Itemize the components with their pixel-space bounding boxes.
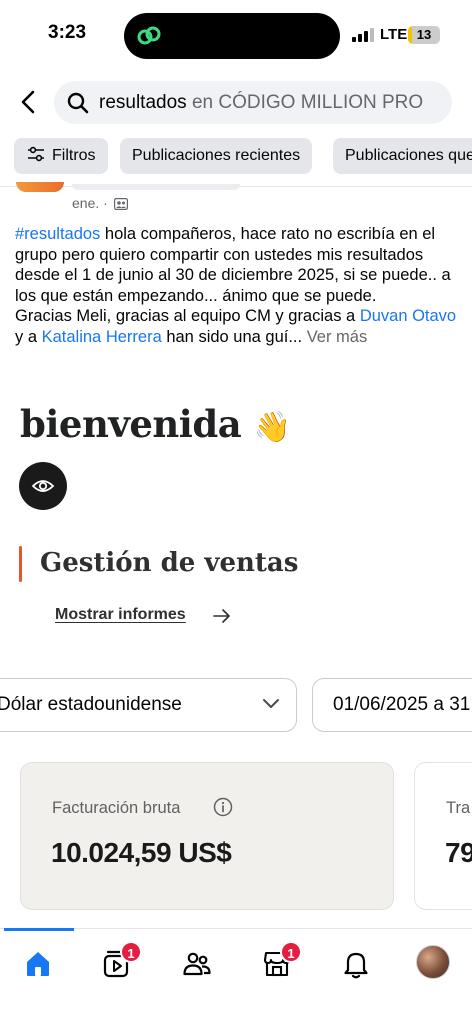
status-time: 3:23 bbox=[48, 22, 87, 43]
card-value: 10.024,59 US$ bbox=[51, 837, 232, 868]
search-input[interactable]: resultados en CÓDIGO MILLION PRO bbox=[54, 81, 452, 124]
welcome-text: bienvenida bbox=[20, 402, 242, 446]
group-audience-icon bbox=[113, 198, 128, 211]
hashtag-link[interactable]: #resultados bbox=[15, 225, 100, 243]
link-icon bbox=[137, 26, 161, 45]
notification-badge: 1 bbox=[120, 941, 142, 963]
card-label: Facturación bruta bbox=[52, 799, 181, 817]
wave-emoji: 👋 bbox=[253, 410, 291, 445]
date-range-select: 01/06/2025 a 31 bbox=[312, 678, 472, 732]
tab-video[interactable]: 1 bbox=[96, 941, 142, 985]
chip-label: Publicaciones que bbox=[345, 147, 472, 164]
post-text-part: han sido una guí... bbox=[161, 327, 307, 346]
welcome-heading: bienvenida 👋 bbox=[20, 402, 291, 446]
tab-notifications[interactable] bbox=[335, 941, 379, 985]
post-text-part: y a bbox=[15, 327, 42, 346]
date-range-value: 01/06/2025 a 31 bbox=[333, 694, 471, 715]
section-title: Gestión de ventas bbox=[40, 548, 299, 578]
search-text: resultados en CÓDIGO MILLION PRO bbox=[99, 92, 423, 114]
visibility-toggle-button bbox=[19, 462, 67, 510]
tab-home[interactable] bbox=[17, 941, 61, 985]
tab-marketplace[interactable]: 1 bbox=[256, 941, 302, 985]
post-meta: ene. · bbox=[72, 195, 128, 211]
tab-profile[interactable] bbox=[412, 941, 456, 985]
section-accent-bar bbox=[19, 546, 22, 582]
search-icon bbox=[67, 92, 89, 114]
filter-chip-recientes[interactable]: Publicaciones recientes bbox=[120, 138, 313, 174]
show-reports-link: Mostrar informes bbox=[55, 606, 186, 623]
chevron-down-icon bbox=[263, 699, 279, 708]
active-tab-indicator bbox=[4, 928, 74, 931]
avatar bbox=[416, 945, 450, 979]
home-icon bbox=[27, 952, 49, 976]
search-query: resultados bbox=[99, 92, 187, 113]
chip-label: Filtros bbox=[52, 147, 96, 164]
post-date: ene. · bbox=[72, 195, 112, 211]
tab-groups[interactable] bbox=[176, 941, 220, 985]
mention-link[interactable]: Katalina Herrera bbox=[42, 328, 162, 346]
battery-level: 13 bbox=[416, 27, 432, 42]
mention-link[interactable]: Duvan Otavo bbox=[360, 307, 456, 325]
see-more-link[interactable]: Ver más bbox=[307, 328, 368, 346]
back-arrow-icon[interactable] bbox=[16, 86, 40, 118]
currency-value: Dólar estadounidense bbox=[0, 694, 182, 715]
arrow-right-icon bbox=[213, 609, 230, 623]
transactions-card: Tra 79 bbox=[414, 762, 472, 910]
post-image[interactable]: bienvenida 👋 Gestión de ventas Mostrar i… bbox=[0, 398, 472, 928]
currency-select: Dólar estadounidense bbox=[0, 678, 297, 732]
info-icon bbox=[213, 797, 233, 817]
status-bar: 3:23 LTE 13 bbox=[0, 0, 472, 72]
chip-label: Publicaciones recientes bbox=[132, 147, 301, 164]
bell-icon bbox=[344, 952, 368, 979]
notification-badge: 1 bbox=[280, 941, 302, 963]
author-avatar[interactable] bbox=[16, 182, 64, 192]
network-type: LTE bbox=[380, 26, 408, 43]
search-scope: en CÓDIGO MILLION PRO bbox=[186, 92, 424, 113]
card-label: Tra bbox=[446, 799, 471, 817]
filter-chip-filtros[interactable]: Filtros bbox=[14, 138, 108, 174]
dynamic-island bbox=[124, 13, 340, 59]
post-text: #resultados hola compañeros, hace rato n… bbox=[15, 224, 460, 347]
eye-icon bbox=[31, 480, 55, 492]
gross-billing-card: Facturación bruta 10.024,59 US$ bbox=[20, 762, 394, 910]
card-value: 79 bbox=[445, 837, 472, 868]
sliders-icon bbox=[28, 146, 44, 161]
groups-icon bbox=[183, 952, 211, 976]
battery-icon: 13 bbox=[408, 26, 440, 44]
signal-icon bbox=[352, 28, 374, 42]
filter-chip-publicaciones-que[interactable]: Publicaciones que bbox=[333, 138, 472, 174]
post-text-part: Gracias Meli, gracias al equipo CM y gra… bbox=[15, 307, 360, 325]
bottom-tab-bar: 1 1 bbox=[0, 928, 472, 1024]
author-name-placeholder[interactable] bbox=[72, 184, 240, 190]
